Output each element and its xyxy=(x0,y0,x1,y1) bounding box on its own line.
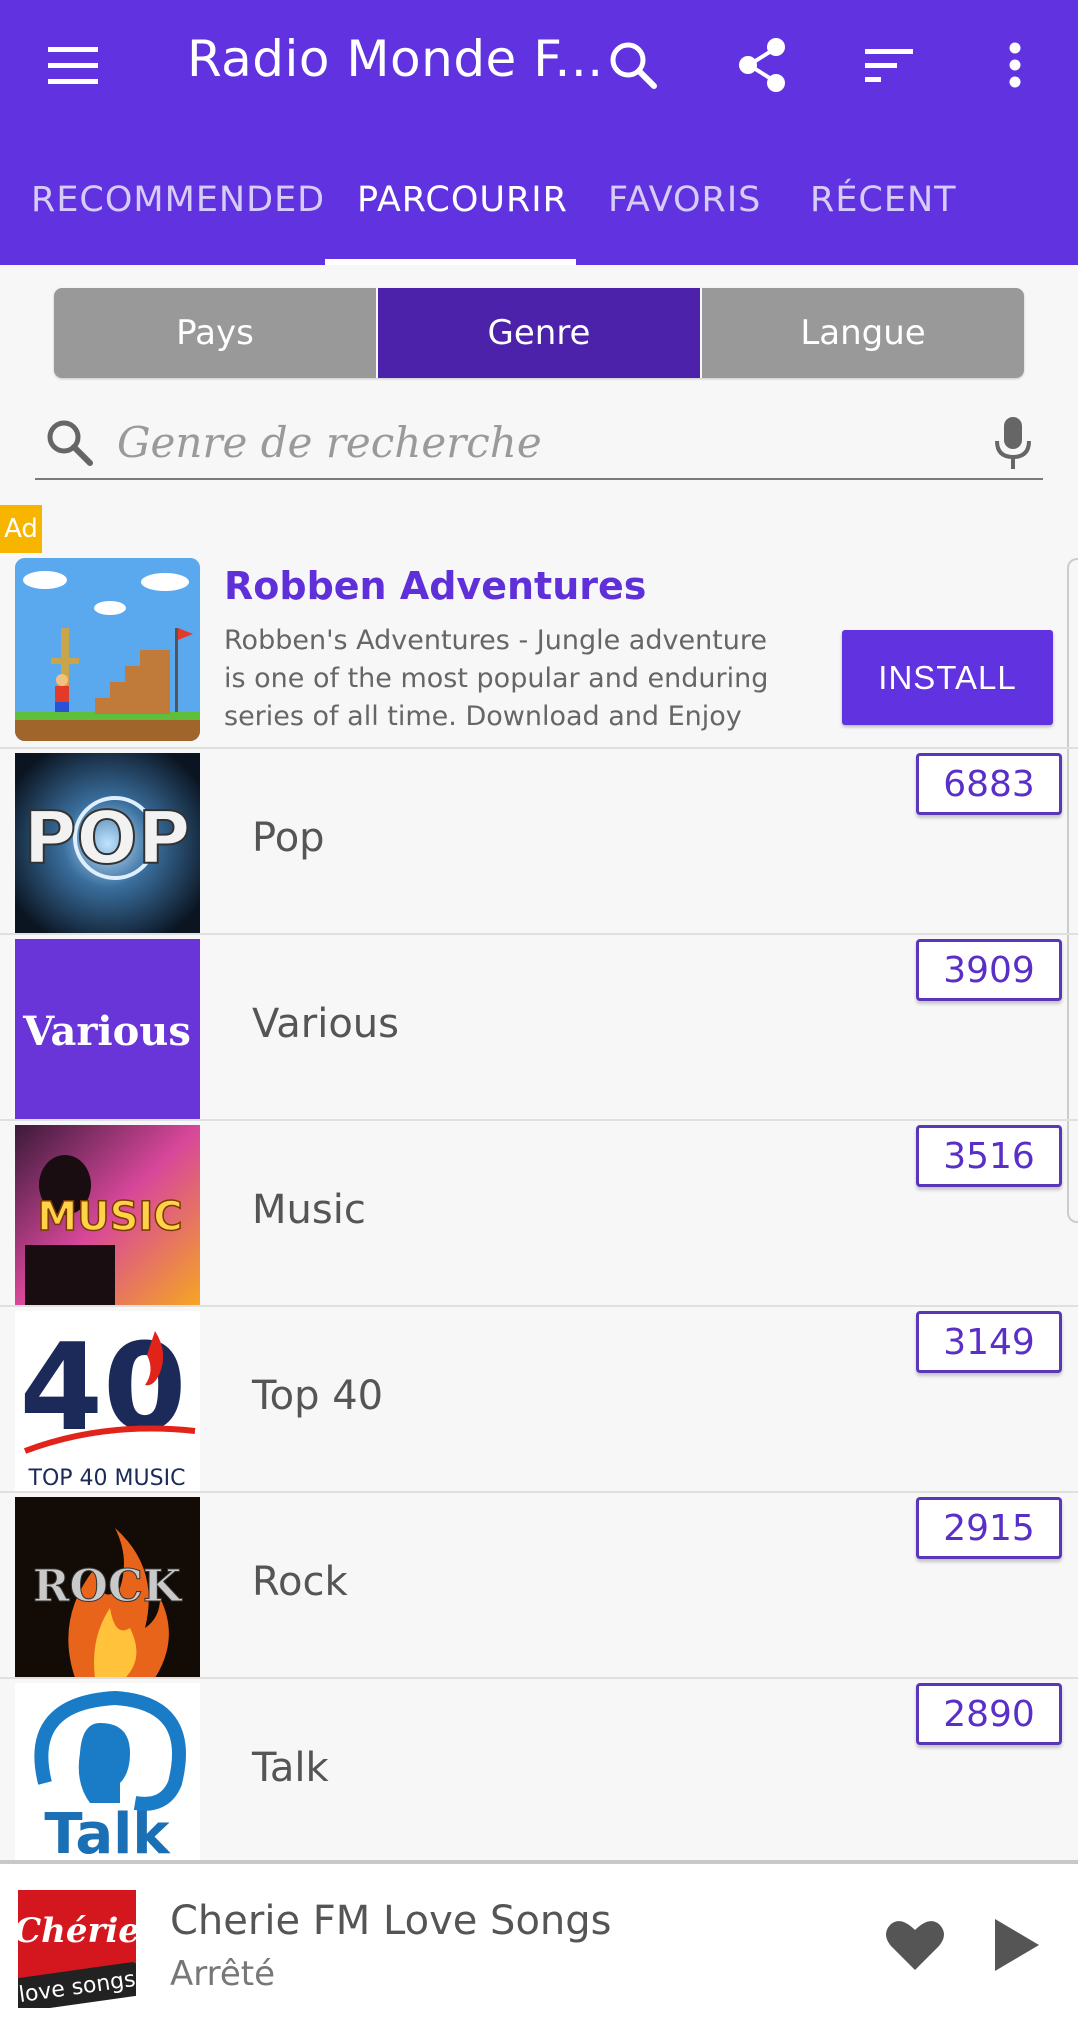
talk-genre-thumbnail: Talk xyxy=(15,1683,200,1864)
search-icon xyxy=(35,408,105,478)
top-40-genre-thumbnail: 40 TOP 40 MUSIC xyxy=(15,1311,200,1492)
sort-icon[interactable] xyxy=(844,20,934,110)
ad-game-image[interactable] xyxy=(15,558,200,741)
station-count-badge: 3909 xyxy=(916,939,1062,1001)
genre-name: Top 40 xyxy=(252,1373,384,1419)
segment-pays[interactable]: Pays xyxy=(54,288,376,378)
svg-text:40: 40 xyxy=(20,1319,187,1458)
station-count-badge: 3516 xyxy=(916,1125,1062,1187)
ad-badge: Ad xyxy=(0,505,42,553)
ad-title[interactable]: Robben Adventures xyxy=(224,564,646,608)
tab-recommended[interactable]: RECOMMENDED xyxy=(31,180,325,220)
station-count-badge: 6883 xyxy=(916,753,1062,815)
playback-status: Arrêté xyxy=(170,1954,276,1994)
menu-icon[interactable] xyxy=(28,20,118,110)
search-icon[interactable] xyxy=(588,20,678,110)
tab-recent[interactable]: RÉCENT xyxy=(810,180,957,220)
favorite-heart-icon[interactable] xyxy=(880,1910,950,1980)
genre-search-input[interactable] xyxy=(117,412,977,472)
share-icon[interactable] xyxy=(717,20,807,110)
svg-text:ROCK: ROCK xyxy=(33,1561,183,1612)
station-logo: Chérie love songs xyxy=(13,1890,142,2012)
genre-row-talk[interactable]: Talk Talk 2890 xyxy=(0,1677,1078,1864)
genre-name: Rock xyxy=(252,1559,348,1605)
rock-genre-thumbnail: ROCK xyxy=(15,1497,200,1678)
mini-player[interactable]: Chérie love songs Cherie FM Love Songs A… xyxy=(0,1860,1078,2019)
genre-name: Music xyxy=(252,1187,366,1233)
various-genre-thumbnail: Various xyxy=(15,939,200,1120)
segment-genre[interactable]: Genre xyxy=(376,288,700,378)
station-count-badge: 2890 xyxy=(916,1683,1062,1745)
genre-row-various[interactable]: Various Various 3909 xyxy=(0,933,1078,1120)
svg-text:MUSIC: MUSIC xyxy=(37,1194,182,1240)
svg-text:Chérie: Chérie xyxy=(18,1911,136,1951)
tab-bar: RECOMMENDED PARCOURIR FAVORIS RÉCENT xyxy=(0,170,1078,265)
browse-mode-selector: Pays Genre Langue xyxy=(54,288,1024,378)
genre-search-bar xyxy=(35,408,1043,480)
genre-row-music[interactable]: MUSIC Music 3516 xyxy=(0,1119,1078,1306)
station-count-badge: 2915 xyxy=(916,1497,1062,1559)
genre-row-rock[interactable]: ROCK Rock 2915 xyxy=(0,1491,1078,1678)
genre-row-top-40[interactable]: 40 TOP 40 MUSIC Top 40 3149 xyxy=(0,1305,1078,1492)
tab-parcourir[interactable]: PARCOURIR xyxy=(357,180,568,220)
install-button[interactable]: INSTALL xyxy=(842,630,1053,725)
genre-name: Various xyxy=(252,1001,399,1047)
ad-description: Robben's Adventures - Jungle adventure i… xyxy=(224,625,769,732)
genre-name: Pop xyxy=(252,815,325,861)
svg-text:Various: Various xyxy=(22,1008,191,1055)
now-playing-station: Cherie FM Love Songs xyxy=(170,1898,612,1944)
svg-text:Talk: Talk xyxy=(44,1802,171,1864)
segment-langue[interactable]: Langue xyxy=(700,288,1024,378)
svg-text:TOP 40 MUSIC: TOP 40 MUSIC xyxy=(28,1466,186,1491)
music-genre-thumbnail: MUSIC xyxy=(15,1125,200,1306)
toolbar: Radio Monde F... xyxy=(0,0,1078,135)
pop-genre-thumbnail: POP xyxy=(15,753,200,934)
svg-text:POP: POP xyxy=(24,796,191,880)
play-icon[interactable] xyxy=(982,1908,1052,1982)
tab-indicator xyxy=(325,259,576,265)
app-bar: Radio Monde F... RECOMMENDED PARCOURIR F… xyxy=(0,0,1078,265)
genre-name: Talk xyxy=(252,1745,329,1791)
station-count-badge: 3149 xyxy=(916,1311,1062,1373)
tab-favoris[interactable]: FAVORIS xyxy=(608,180,761,220)
genre-row-pop[interactable]: POP Pop 6883 xyxy=(0,747,1078,934)
microphone-icon[interactable] xyxy=(983,408,1043,478)
more-vert-icon[interactable] xyxy=(970,20,1060,110)
app-title: Radio Monde F... xyxy=(187,30,604,88)
